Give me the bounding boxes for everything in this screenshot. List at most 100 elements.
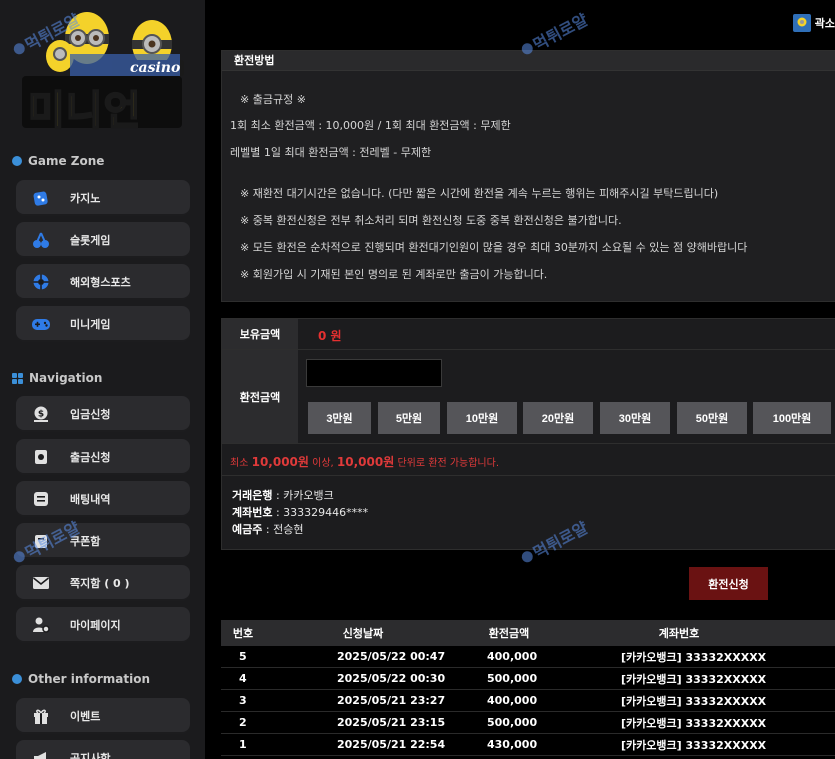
table-header: 번호 신청날짜 환전금액 계좌번호 <box>221 620 835 646</box>
cell-date: 2025/05/22 00:47 <box>337 650 446 663</box>
sidebar-item-label: 카지노 <box>70 192 101 205</box>
brand-name: 미니언 <box>27 87 142 135</box>
rule-line: 1회 최소 환전금액 : 10,000원 / 1회 최대 환전금액 : 무제한 <box>230 119 511 132</box>
cell-no: 4 <box>239 672 247 685</box>
avatar <box>792 14 811 32</box>
section-other-information: Other information <box>12 669 150 689</box>
min-amount-notice: 최소 10,000원 이상, 10,000원 단위로 환전 가능합니다. <box>230 455 500 469</box>
gift-icon <box>30 705 52 727</box>
cell-account: [카카오뱅크] 33332XXXXX <box>621 694 767 708</box>
casino-label: casino <box>130 60 181 76</box>
section-game-zone: Game Zone <box>12 151 104 171</box>
coupon-icon <box>30 530 52 552</box>
sidebar-item-label: 이벤트 <box>70 710 101 723</box>
cell-amount: 500,000 <box>487 716 538 729</box>
sidebar-item-label: 공지사항 <box>70 752 111 759</box>
account-holder: 예금주 : 전승현 <box>232 523 304 536</box>
table-row: 3 2025/05/21 23:27 400,000 [카카오뱅크] 33332… <box>221 690 835 712</box>
minion-casino-logo[interactable]: casino 미니언 <box>12 4 187 135</box>
held-amount-value: 0 원 <box>318 329 342 343</box>
sidebar-item-casino[interactable]: 카지노 <box>16 180 190 216</box>
header-account: 계좌번호 <box>658 627 700 640</box>
table-row: 4 2025/05/22 00:30 500,000 [카카오뱅크] 33332… <box>221 668 835 690</box>
section-dot-icon <box>12 156 22 166</box>
amount-button-30k[interactable]: 3만원 <box>308 402 371 434</box>
sidebar-item-betting[interactable]: 배팅내역 <box>16 481 190 517</box>
user-info[interactable]: 곽소 <box>792 14 835 32</box>
account-number: 계좌번호 : 333329446**** <box>232 506 369 519</box>
amount-button-300k[interactable]: 30만원 <box>600 402 670 434</box>
username: 곽소 <box>814 17 835 30</box>
megaphone-icon <box>30 747 52 759</box>
grid-icon <box>12 372 23 384</box>
cell-account: [카카오뱅크] 33332XXXXX <box>621 738 767 752</box>
cell-no: 5 <box>239 650 247 663</box>
info-icon <box>12 674 22 684</box>
cell-amount: 400,000 <box>487 694 538 707</box>
table-row: 1 2025/05/21 22:54 430,000 [카카오뱅크] 33332… <box>221 734 835 756</box>
sidebar-item-deposit[interactable]: $ 입금신청 <box>16 396 190 432</box>
rule-line: 레벨별 1일 최대 환전금액 : 전레벨 - 무제한 <box>230 146 432 159</box>
sidebar-item-label: 출금신청 <box>70 451 111 464</box>
sidebar: casino 미니언 Game Zone 카지노 슬롯게임 해외형스포츠 미니게… <box>0 0 205 759</box>
sidebar-item-minigame[interactable]: 미니게임 <box>16 306 190 342</box>
cell-amount: 430,000 <box>487 738 538 751</box>
sidebar-item-label: 쿠폰함 <box>70 535 101 548</box>
amount-button-200k[interactable]: 20만원 <box>523 402 593 434</box>
sidebar-item-messages[interactable]: 쪽지함 ( 0 ) <box>16 565 190 601</box>
cell-no: 2 <box>239 716 247 729</box>
sidebar-item-label: 슬롯게임 <box>70 234 111 247</box>
cell-no: 3 <box>239 694 247 707</box>
cell-account: [카카오뱅크] 33332XXXXX <box>621 716 767 730</box>
sidebar-item-mypage[interactable]: 마이페이지 <box>16 607 190 643</box>
rule-line: ※ 재환전 대기시간은 없습니다. (다만 짧은 시간에 환전을 계속 누르는 … <box>240 187 719 200</box>
sidebar-item-slot[interactable]: 슬롯게임 <box>16 222 190 258</box>
table-row: 2 2025/05/21 23:15 500,000 [카카오뱅크] 33332… <box>221 712 835 734</box>
user-gear-icon <box>30 614 52 636</box>
ball-icon <box>30 271 52 293</box>
cherry-icon <box>30 229 52 251</box>
sidebar-item-notice[interactable]: 공지사항 <box>16 740 190 759</box>
section-title-text: Navigation <box>29 371 103 385</box>
sidebar-item-coupon[interactable]: 쿠폰함 <box>16 523 190 559</box>
list-icon <box>30 488 52 510</box>
section-navigation: Navigation <box>12 368 102 388</box>
amount-input[interactable] <box>306 359 442 387</box>
sidebar-item-label: 미니게임 <box>70 318 111 331</box>
section-title-text: Game Zone <box>28 154 105 168</box>
cell-date: 2025/05/21 23:27 <box>337 694 446 707</box>
amount-button-100k[interactable]: 10만원 <box>447 402 517 434</box>
top-bar: 곽소 <box>205 0 835 50</box>
sidebar-item-label: 입금신청 <box>70 408 111 421</box>
sidebar-item-withdraw[interactable]: 출금신청 <box>16 439 190 475</box>
cell-amount: 500,000 <box>487 672 538 685</box>
svg-text:$: $ <box>38 410 44 420</box>
sidebar-item-sports[interactable]: 해외형스포츠 <box>16 264 190 300</box>
sidebar-item-label: 마이페이지 <box>70 619 121 632</box>
header-no: 번호 <box>232 627 254 640</box>
section-title-text: Other information <box>28 672 150 686</box>
exchange-amount-label: 환전금액 <box>222 350 298 443</box>
withdraw-submit-button[interactable]: 환전신청 <box>689 567 768 600</box>
amount-button-500k[interactable]: 50만원 <box>677 402 747 434</box>
header-amount: 환전금액 <box>488 627 530 640</box>
held-amount-label: 보유금액 <box>222 319 298 349</box>
header-date: 신청날짜 <box>342 627 384 640</box>
rule-heading: ※ 출금규정 ※ <box>240 93 306 106</box>
withdrawal-form: 보유금액 0 원 환전금액 3만원 5만원 10만원 20만원 30만원 50만… <box>221 318 835 550</box>
bank-name: 거래은행 : 카카오뱅크 <box>232 489 334 502</box>
sidebar-item-label: 배팅내역 <box>70 493 111 506</box>
rule-line: ※ 중복 환전신청은 전부 취소처리 되며 환전신청 도중 중복 환전신청은 불… <box>240 214 622 227</box>
sidebar-item-event[interactable]: 이벤트 <box>16 698 190 734</box>
sidebar-item-label: 해외형스포츠 <box>70 276 131 289</box>
cell-no: 1 <box>239 738 247 751</box>
amount-button-1000k[interactable]: 100만원 <box>753 402 831 434</box>
dice-icon <box>30 187 52 209</box>
cell-account: [카카오뱅크] 33332XXXXX <box>621 672 767 686</box>
sidebar-item-label: 쪽지함 ( 0 ) <box>70 577 130 590</box>
amount-button-50k[interactable]: 5만원 <box>378 402 440 434</box>
cell-account: [카카오뱅크] 33332XXXXX <box>621 650 767 664</box>
cell-date: 2025/05/21 22:54 <box>337 738 446 751</box>
withdrawal-method-panel: 환전방법 ※ 출금규정 ※ 1회 최소 환전금액 : 10,000원 / 1회 … <box>221 50 835 302</box>
cell-date: 2025/05/22 00:30 <box>337 672 446 685</box>
